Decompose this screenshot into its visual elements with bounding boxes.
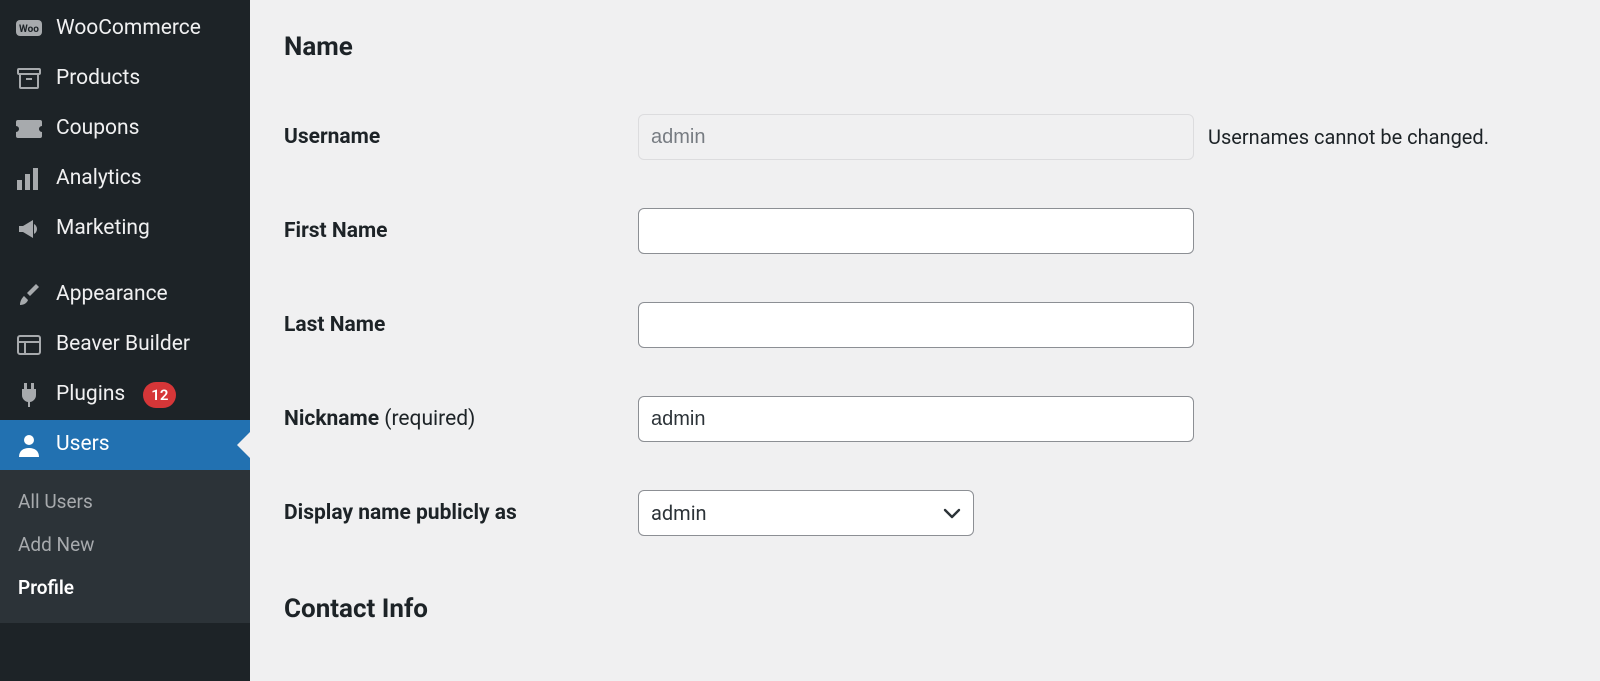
sidebar-item-coupons[interactable]: Coupons [0, 104, 250, 154]
admin-sidebar: Woo WooCommerce Products Coupons Analyti… [0, 0, 250, 681]
sidebar-item-label: Beaver Builder [56, 332, 190, 357]
profile-form: Name Username Usernames cannot be change… [250, 0, 1600, 681]
chart-icon [16, 166, 42, 192]
display-name-select[interactable]: admin [638, 490, 974, 536]
sidebar-item-label: Coupons [56, 116, 139, 141]
brush-icon [16, 282, 42, 308]
row-nickname: Nickname (required) [284, 372, 1566, 466]
sidebar-item-beaver-builder[interactable]: Beaver Builder [0, 320, 250, 370]
username-input [638, 114, 1194, 160]
chevron-down-icon [943, 507, 961, 519]
sidebar-item-marketing[interactable]: Marketing [0, 204, 250, 254]
section-heading-name: Name [284, 32, 1566, 62]
nickname-input[interactable] [638, 396, 1194, 442]
first-name-label: First Name [284, 219, 638, 243]
last-name-label: Last Name [284, 313, 638, 337]
plug-icon [16, 382, 42, 408]
sidebar-item-label: WooCommerce [56, 16, 201, 41]
sidebar-item-label: Appearance [56, 282, 168, 307]
user-icon [16, 432, 42, 458]
sidebar-item-plugins[interactable]: Plugins 12 [0, 370, 250, 420]
last-name-input[interactable] [638, 302, 1194, 348]
username-hint: Usernames cannot be changed. [1208, 125, 1489, 149]
row-first-name: First Name [284, 184, 1566, 278]
sidebar-item-label: Users [56, 432, 110, 457]
section-heading-contact: Contact Info [284, 594, 1566, 624]
users-submenu: All Users Add New Profile [0, 470, 250, 623]
archive-icon [16, 66, 42, 92]
username-label: Username [284, 125, 638, 149]
display-name-label: Display name publicly as [284, 501, 638, 525]
sidebar-item-label: Marketing [56, 216, 150, 241]
row-username: Username Usernames cannot be changed. [284, 90, 1566, 184]
sidebar-item-label: Analytics [56, 166, 142, 191]
sidebar-item-appearance[interactable]: Appearance [0, 270, 250, 320]
sidebar-item-label: Plugins [56, 382, 125, 407]
submenu-add-new[interactable]: Add New [0, 523, 250, 566]
layout-icon [16, 332, 42, 358]
nickname-label: Nickname (required) [284, 407, 638, 431]
megaphone-icon [16, 216, 42, 242]
plugins-update-badge: 12 [143, 382, 176, 408]
ticket-icon [16, 116, 42, 142]
sidebar-item-woocommerce[interactable]: Woo WooCommerce [0, 4, 250, 54]
sidebar-item-users[interactable]: Users [0, 420, 250, 470]
sidebar-item-label: Products [56, 66, 140, 91]
woo-icon: Woo [16, 16, 42, 42]
submenu-all-users[interactable]: All Users [0, 480, 250, 523]
row-last-name: Last Name [284, 278, 1566, 372]
display-name-selected: admin [651, 501, 707, 525]
row-display-name: Display name publicly as admin [284, 466, 1566, 560]
first-name-input[interactable] [638, 208, 1194, 254]
sidebar-item-products[interactable]: Products [0, 54, 250, 104]
svg-text:Woo: Woo [19, 24, 39, 35]
sidebar-item-analytics[interactable]: Analytics [0, 154, 250, 204]
submenu-profile[interactable]: Profile [0, 566, 250, 609]
